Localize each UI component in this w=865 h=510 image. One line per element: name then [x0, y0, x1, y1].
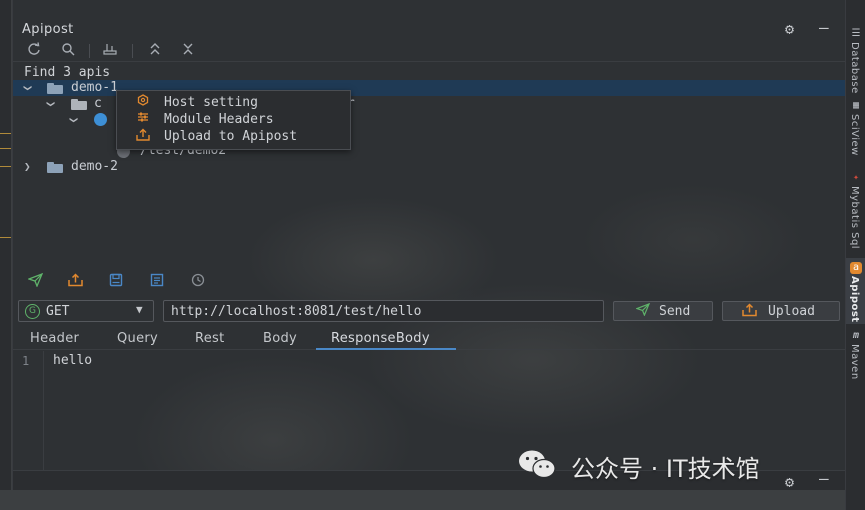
apipost-panel: Apipost ⚙ — Find 3 apis ❯ demo-1 ❯ c er: [12, 0, 846, 491]
sidebar-item-label: Apipost: [849, 276, 860, 323]
active-tab-indicator: [316, 348, 456, 350]
tab-header[interactable]: Header: [30, 331, 79, 346]
sidebar-item-sciview[interactable]: ▦ SciView: [846, 100, 865, 162]
method-select[interactable]: G GET ▼: [18, 300, 154, 322]
sidebar-item-apipost[interactable]: a Apipost: [846, 258, 865, 324]
api-count-label: Find 3 apis: [24, 65, 111, 80]
minimize-icon[interactable]: —: [819, 18, 829, 37]
apipost-icon: a: [850, 262, 862, 274]
folder-icon: [47, 162, 63, 173]
watermark-text: 公众号 · IT技术馆: [571, 455, 760, 483]
sciview-icon: ▦: [852, 100, 860, 111]
doc-icon[interactable]: [147, 273, 167, 291]
right-tool-sidebar: ☰ Database ▦ SciView ✦ Mybatis Sql a Api…: [845, 0, 865, 510]
toolbar-separator: [89, 44, 90, 58]
send-icon: [635, 302, 651, 320]
request-row: G GET ▼ http://localhost:8081/test/hello…: [13, 300, 846, 322]
gear-icon[interactable]: ⚙: [785, 20, 794, 38]
send-button[interactable]: Send: [613, 301, 713, 321]
maven-icon: m: [852, 330, 860, 341]
sidebar-item-maven[interactable]: m Maven: [846, 330, 865, 380]
context-menu: Host setting Module Headers Upload to Ap…: [116, 90, 351, 150]
chevron-down-icon[interactable]: ❯: [19, 85, 35, 92]
upload-icon[interactable]: [65, 273, 85, 291]
chevron-down-icon[interactable]: ❯: [42, 101, 58, 108]
expand-icon[interactable]: [146, 42, 164, 60]
hexagon-gear-icon: [135, 94, 151, 111]
left-tool-strip: [0, 0, 12, 510]
database-icon: ☰: [851, 28, 861, 39]
upload-button[interactable]: Upload: [722, 301, 840, 321]
menu-item-upload-to-apipost[interactable]: Upload to Apipost: [117, 128, 350, 145]
tab-rest[interactable]: Rest: [195, 331, 225, 346]
upload-icon: [135, 128, 151, 146]
collapse-icon[interactable]: [179, 42, 197, 60]
search-icon[interactable]: [59, 42, 77, 60]
chevron-right-icon[interactable]: ❯: [24, 159, 31, 175]
menu-item-module-headers[interactable]: Module Headers: [117, 111, 350, 128]
menu-item-label: Module Headers: [164, 112, 274, 127]
sliders-icon: [135, 111, 151, 128]
response-content: hello: [53, 353, 93, 368]
method-value: GET: [46, 304, 70, 319]
class-icon: [94, 113, 107, 126]
folder-icon: [71, 99, 87, 110]
menu-item-host-setting[interactable]: Host setting: [117, 94, 350, 111]
line-gutter: 1: [13, 351, 44, 471]
tab-body[interactable]: Body: [263, 331, 297, 346]
wechat-icon: [519, 450, 556, 479]
gear-icon[interactable]: ⚙: [785, 473, 794, 491]
tree-node-demo-2[interactable]: ❯ demo-2: [13, 159, 846, 175]
upload-label: Upload: [768, 304, 815, 319]
status-bar: [0, 490, 865, 510]
gutter-marker: [0, 133, 11, 134]
panel-title-bar: Apipost ⚙ —: [13, 18, 846, 40]
gutter-marker: [0, 166, 11, 167]
sidebar-item-label: SciView: [849, 114, 860, 156]
tab-query[interactable]: Query: [117, 331, 158, 346]
gutter-marker: [0, 148, 11, 149]
sidebar-item-label: Maven: [849, 344, 860, 380]
request-action-toolbar: [13, 272, 846, 291]
url-value: http://localhost:8081/test/hello: [171, 304, 422, 319]
chevron-down-icon: ▼: [136, 303, 143, 316]
minimize-icon[interactable]: —: [819, 469, 829, 488]
method-badge: G: [25, 304, 40, 319]
gutter-marker: [0, 237, 11, 238]
history-icon[interactable]: [188, 273, 208, 291]
panel-title: Apipost: [22, 22, 74, 37]
tab-response-body[interactable]: ResponseBody: [331, 331, 430, 346]
upload-icon: [742, 303, 757, 321]
refresh-icon[interactable]: [25, 42, 43, 60]
send-label: Send: [659, 304, 691, 319]
menu-item-label: Upload to Apipost: [164, 129, 298, 144]
url-input[interactable]: http://localhost:8081/test/hello: [163, 300, 604, 322]
menu-item-label: Host setting: [164, 95, 258, 110]
response-tabs: Header Query Rest Body ResponseBody: [13, 328, 846, 350]
sidebar-item-database[interactable]: ☰ Database: [846, 28, 865, 98]
save-icon[interactable]: [106, 273, 126, 291]
line-number: 1: [22, 354, 30, 368]
toolbar-separator: [132, 44, 133, 58]
tree-icon[interactable]: [101, 42, 119, 60]
tree-node-label: demo-2: [71, 159, 118, 174]
bird-icon: ✦: [852, 172, 860, 183]
tree-node-label: c: [94, 96, 102, 111]
sidebar-item-label: Database: [849, 42, 860, 94]
chevron-down-icon[interactable]: ❯: [65, 117, 81, 124]
folder-icon: [47, 83, 63, 94]
tree-toolbar: [13, 40, 846, 62]
tree-node-label: demo-1: [71, 80, 118, 95]
sidebar-item-mybatis-sql[interactable]: ✦ Mybatis Sql: [846, 172, 865, 252]
send-icon[interactable]: [25, 272, 45, 291]
sidebar-item-label: Mybatis Sql: [849, 186, 860, 250]
